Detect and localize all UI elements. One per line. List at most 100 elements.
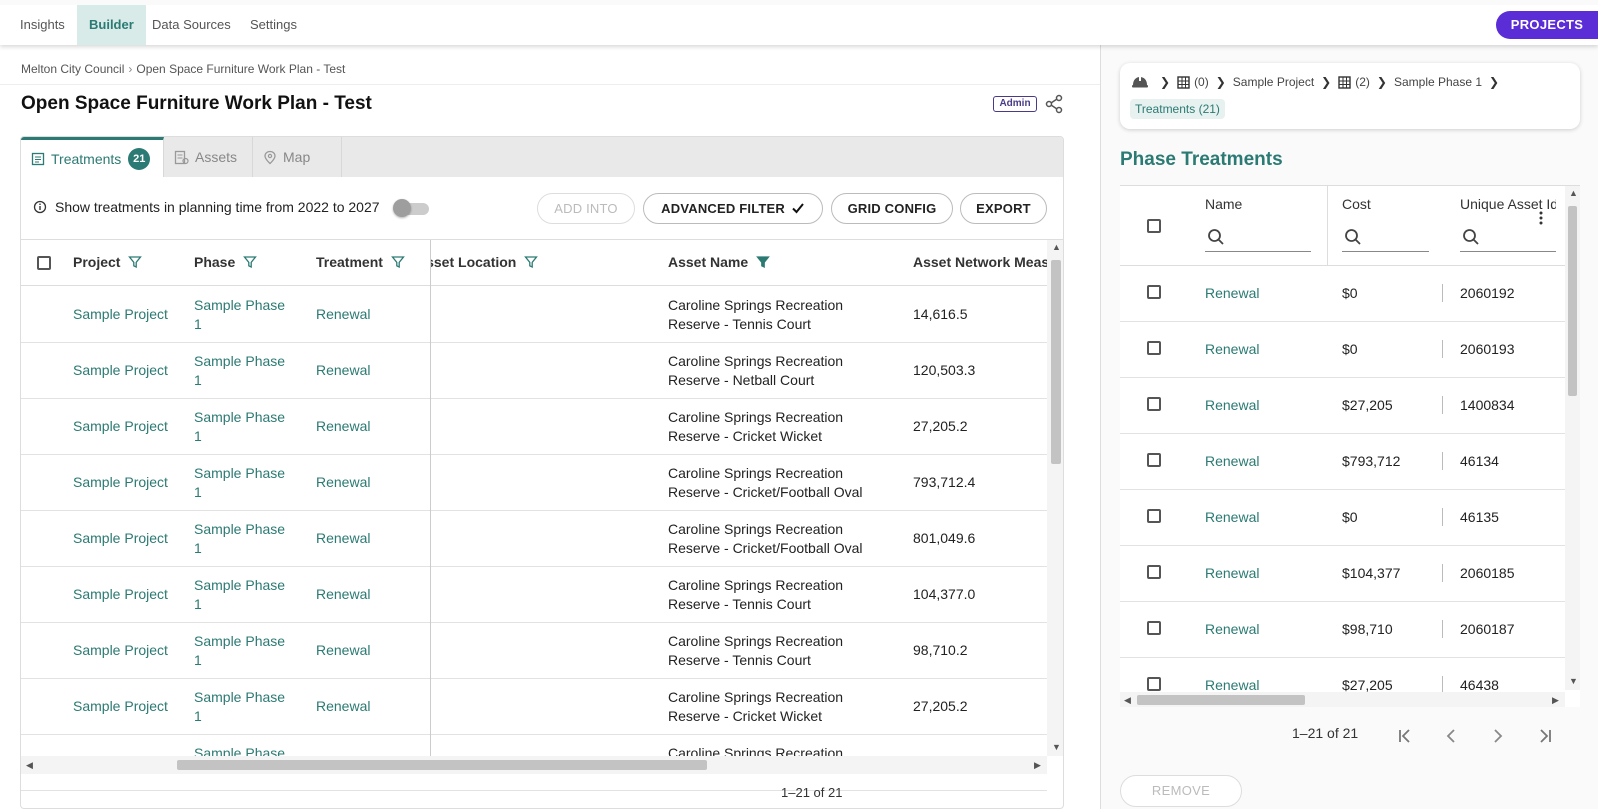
- row-checkbox[interactable]: [1147, 285, 1161, 299]
- nav-tab-settings[interactable]: Settings: [238, 5, 309, 45]
- tab-map[interactable]: Map: [253, 137, 342, 177]
- phase-cell[interactable]: Sample Phase 1: [194, 576, 285, 614]
- row-checkbox[interactable]: [1147, 397, 1161, 411]
- project-cell[interactable]: Sample Project: [73, 529, 168, 548]
- breadcrumb-phase[interactable]: Sample Phase 1: [1394, 75, 1482, 89]
- export-button[interactable]: EXPORT: [960, 193, 1047, 224]
- nav-tab-data-sources[interactable]: Data Sources: [140, 5, 243, 45]
- treatment-name-cell[interactable]: Renewal: [1205, 565, 1259, 581]
- col-cost[interactable]: Cost: [1342, 196, 1371, 212]
- treatment-name-cell[interactable]: Renewal: [1205, 509, 1259, 525]
- treatments-chip[interactable]: Treatments (21): [1130, 99, 1225, 119]
- treatment-name-cell[interactable]: Renewal: [1205, 397, 1259, 413]
- projects-button[interactable]: PROJECTS: [1496, 11, 1598, 39]
- col-project[interactable]: Project: [73, 254, 143, 270]
- table-row[interactable]: Renewal $0 46135: [1120, 490, 1565, 546]
- row-checkbox[interactable]: [1147, 509, 1161, 523]
- breadcrumb-council[interactable]: Melton City Council: [21, 62, 124, 76]
- more-vertical-icon[interactable]: [1538, 210, 1544, 226]
- scroll-thumb[interactable]: [1568, 206, 1577, 396]
- treatment-cell[interactable]: Renewal: [316, 361, 370, 380]
- col-treatment[interactable]: Treatment: [316, 254, 405, 270]
- treatment-cell[interactable]: Renewal: [316, 697, 370, 716]
- row-checkbox[interactable]: [1147, 341, 1161, 355]
- phase-cell[interactable]: Sample Phase 1: [194, 688, 285, 726]
- remove-button[interactable]: REMOVE: [1120, 775, 1242, 807]
- table-row[interactable]: Sample Project Sample Phase 1 Renewal Caroli…: [21, 623, 1047, 679]
- project-cell[interactable]: Sample Project: [73, 361, 168, 380]
- scroll-right-icon[interactable]: ▶: [1552, 695, 1559, 706]
- scroll-thumb[interactable]: [177, 760, 707, 770]
- tab-treatments[interactable]: Treatments 21: [21, 137, 164, 177]
- table-row[interactable]: Renewal $793,712 46134: [1120, 434, 1565, 490]
- next-page-icon[interactable]: [1489, 727, 1507, 745]
- treatment-name-cell[interactable]: Renewal: [1205, 621, 1259, 637]
- treatment-cell[interactable]: Renewal: [316, 417, 370, 436]
- scroll-up-icon[interactable]: ▲: [1052, 242, 1061, 252]
- grid-config-button[interactable]: GRID CONFIG: [831, 193, 953, 224]
- project-cell[interactable]: Sample Project: [73, 697, 168, 716]
- treatment-name-cell[interactable]: Renewal: [1205, 341, 1259, 357]
- grid-horizontal-scrollbar[interactable]: ◀ ▶: [21, 756, 1047, 774]
- breadcrumb-project[interactable]: Sample Project: [1233, 75, 1314, 89]
- scroll-thumb[interactable]: [1137, 695, 1305, 705]
- last-page-icon[interactable]: [1536, 727, 1554, 745]
- treatment-name-cell[interactable]: Renewal: [1205, 285, 1259, 301]
- col-network-measure[interactable]: Asset Network Meas: [913, 254, 1047, 270]
- table-row[interactable]: Sample Project Sample Phase 1 Renewal Caroli…: [21, 287, 1047, 343]
- phase-cell[interactable]: Sample Phase 1: [194, 464, 285, 502]
- col-phase[interactable]: Phase: [194, 254, 258, 270]
- select-all-checkbox[interactable]: [1147, 219, 1161, 233]
- nav-tab-builder[interactable]: Builder: [77, 5, 146, 45]
- project-cell[interactable]: Sample Project: [73, 585, 168, 604]
- phase-cell[interactable]: Sample Phase 1: [194, 408, 285, 446]
- table-row[interactable]: Sample Project Sample Phase 1 Renewal Caroli…: [21, 455, 1047, 511]
- filter-active-icon[interactable]: [756, 255, 771, 269]
- treatment-cell[interactable]: Renewal: [316, 529, 370, 548]
- scroll-right-icon[interactable]: ▶: [1034, 760, 1041, 771]
- hard-hat-icon[interactable]: [1131, 75, 1149, 89]
- name-search-input[interactable]: [1205, 224, 1311, 252]
- scroll-thumb[interactable]: [1051, 260, 1061, 464]
- treatment-cell[interactable]: Renewal: [316, 641, 370, 660]
- row-checkbox[interactable]: [1147, 621, 1161, 635]
- phase-cell[interactable]: Sample Phase 1: [194, 632, 285, 670]
- first-page-icon[interactable]: [1396, 727, 1414, 745]
- planning-time-toggle[interactable]: [393, 199, 431, 217]
- filter-icon[interactable]: [524, 255, 539, 269]
- table-row[interactable]: Renewal $0 2060193: [1120, 322, 1565, 378]
- row-checkbox[interactable]: [1147, 565, 1161, 579]
- treatment-cell[interactable]: Renewal: [316, 305, 370, 324]
- phase-cell[interactable]: Sample Phase 1: [194, 352, 285, 390]
- table-row[interactable]: Renewal $27,205 1400834: [1120, 378, 1565, 434]
- add-into-button[interactable]: ADD INTO: [537, 193, 635, 224]
- filter-icon[interactable]: [128, 255, 143, 269]
- treatment-cell[interactable]: Renewal: [316, 585, 370, 604]
- project-cell[interactable]: Sample Project: [73, 473, 168, 492]
- table-row[interactable]: Sample Project Sample Phase 1 Renewal Caroli…: [21, 399, 1047, 455]
- table-row[interactable]: Sample Project Sample Phase 1 Renewal Caroli…: [21, 567, 1047, 623]
- row-checkbox[interactable]: [1147, 677, 1161, 691]
- tab-assets[interactable]: Assets: [164, 137, 253, 177]
- project-cell[interactable]: Sample Project: [73, 305, 168, 324]
- share-icon[interactable]: [1044, 94, 1064, 114]
- table-row[interactable]: Sample Project Sample Phase 1 Renewal Caroli…: [21, 343, 1047, 399]
- project-cell[interactable]: Sample Project: [73, 641, 168, 660]
- filter-icon[interactable]: [391, 255, 405, 269]
- scroll-down-icon[interactable]: ▼: [1569, 676, 1578, 686]
- col-asset-name[interactable]: Asset Name: [668, 254, 771, 270]
- phase-cell[interactable]: Sample Phase 1: [194, 520, 285, 558]
- select-all-checkbox[interactable]: [37, 256, 51, 270]
- table-row[interactable]: Sample Project Sample Phase 1 Renewal Caroli…: [21, 679, 1047, 735]
- table-row[interactable]: Renewal $0 2060192: [1120, 266, 1565, 322]
- table-row[interactable]: Sample Project Sample Phase 1 Renewal Caroli…: [21, 511, 1047, 567]
- asset-id-search-input[interactable]: [1460, 224, 1556, 252]
- advanced-filter-button[interactable]: ADVANCED FILTER: [643, 193, 823, 224]
- grid-vertical-scrollbar[interactable]: ▲ ▼: [1047, 240, 1063, 756]
- table-row[interactable]: Renewal $98,710 2060187: [1120, 602, 1565, 658]
- phase-cell[interactable]: Sample Phase 1: [194, 296, 285, 334]
- project-cell[interactable]: Sample Project: [73, 417, 168, 436]
- treatment-name-cell[interactable]: Renewal: [1205, 453, 1259, 469]
- col-asset-location[interactable]: Asset Location: [431, 254, 539, 270]
- filter-icon[interactable]: [243, 255, 258, 269]
